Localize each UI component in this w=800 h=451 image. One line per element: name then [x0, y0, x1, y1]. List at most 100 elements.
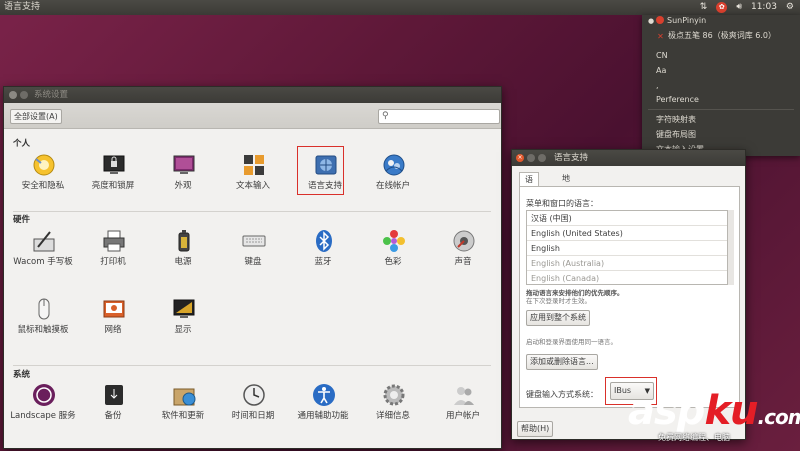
- all-settings-button[interactable]: 全部设置(A): [10, 109, 62, 124]
- user-accounts-icon: [454, 387, 474, 405]
- menu-item-aa[interactable]: Aa: [656, 65, 666, 77]
- settings-item-brightness-lock[interactable]: 亮度和锁屏: [78, 153, 148, 199]
- selected-bullet-icon: ●: [648, 17, 655, 25]
- section-title-hardware: 硬件: [13, 215, 31, 225]
- hint-effect: 在下次登录时才生效。: [526, 297, 591, 305]
- time-date-icon: [243, 384, 265, 406]
- watermark-sub: 免费网络编程、电脑: [658, 433, 730, 442]
- bluetooth-icon: [316, 230, 332, 252]
- brightness-lock-icon: [103, 155, 125, 174]
- indicator-area: ⇅ ✿ 🔊︎ 11:03 ⚙: [700, 0, 794, 15]
- sound-icon: [453, 230, 475, 252]
- settings-item-text-entry[interactable]: 文本输入: [218, 153, 288, 199]
- settings-item-software-updates[interactable]: 软件和更新: [148, 383, 218, 429]
- clock[interactable]: 11:03: [751, 0, 777, 15]
- system-settings-window: 系统设置 全部设置(A) ⚲ 个人 安全和隐私 亮度和锁屏 外观 文本输入 语言…: [3, 86, 502, 449]
- search-icon: ⚲: [382, 111, 389, 121]
- landscape-icon: [33, 384, 55, 406]
- settings-item-display[interactable]: 显示: [148, 297, 218, 343]
- section-divider: [13, 365, 491, 366]
- universal-access-icon: [313, 384, 335, 406]
- settings-item-online-accounts[interactable]: 在线帐户: [358, 153, 428, 199]
- settings-item-security-privacy[interactable]: 安全和隐私: [8, 153, 78, 199]
- list-item[interactable]: 汉语 (中国): [527, 211, 727, 226]
- menu-separator: [648, 109, 794, 110]
- network-icon: [103, 300, 125, 318]
- close-button[interactable]: [9, 91, 17, 99]
- appearance-icon: [173, 155, 195, 174]
- settings-item-color[interactable]: 色彩: [358, 229, 428, 275]
- menu-item-charmap[interactable]: 字符映射表: [656, 114, 696, 126]
- gear-icon[interactable]: ⚙: [786, 0, 794, 15]
- settings-item-wacom[interactable]: Wacom 手写板: [8, 229, 78, 275]
- tab-regional-formats[interactable]: 地区格式: [557, 172, 575, 222]
- window-title: 系统设置: [34, 90, 69, 100]
- settings-item-user-accounts[interactable]: 用户帐户: [428, 383, 498, 429]
- menu-item-cn[interactable]: CN: [656, 50, 668, 62]
- language-list[interactable]: 汉语 (中国) English (United States) English …: [526, 210, 728, 285]
- menu-item-sunpinyin[interactable]: ● SunPinyin: [648, 15, 706, 27]
- settings-item-time-date[interactable]: 时间和日期: [218, 383, 288, 429]
- settings-item-sound[interactable]: 声音: [428, 229, 498, 275]
- help-button[interactable]: 帮助(H): [517, 421, 554, 437]
- maximize-button[interactable]: [538, 154, 546, 162]
- volume-icon[interactable]: 🔊︎: [736, 0, 742, 15]
- section-divider: [13, 211, 491, 212]
- minimize-button[interactable]: [20, 91, 28, 99]
- online-accounts-icon: [383, 154, 405, 176]
- search-field[interactable]: ⚲: [378, 109, 500, 124]
- settings-item-network[interactable]: 网络: [78, 297, 148, 343]
- color-icon: [383, 230, 405, 252]
- ime-system-label: 键盘输入方式系统：: [526, 390, 598, 399]
- menu-item-wubi[interactable]: ✕ 极点五笔 86（极爽词库 6.0）: [656, 30, 776, 42]
- search-input[interactable]: [393, 111, 497, 122]
- ime-icon[interactable]: ✿: [716, 2, 728, 13]
- language-list-label: 菜单和窗口的语言：: [526, 199, 598, 208]
- settings-item-backup[interactable]: 备份: [78, 383, 148, 429]
- close-button[interactable]: ×: [516, 154, 524, 162]
- titlebar: × 语言支持: [512, 150, 745, 166]
- text-entry-icon: [244, 155, 264, 175]
- scrollbar[interactable]: [728, 210, 734, 285]
- toolbar: 全部设置(A) ⚲: [4, 103, 501, 129]
- language-tab-panel: 菜单和窗口的语言： 汉语 (中国) English (United States…: [519, 186, 740, 408]
- list-item[interactable]: English (United States): [527, 226, 727, 241]
- sunpinyin-icon: [656, 16, 664, 24]
- settings-item-power[interactable]: 电源: [148, 229, 218, 275]
- watermark-main: aspku.com: [628, 388, 800, 434]
- power-icon: [178, 230, 190, 252]
- menu-item-punct[interactable]: ,: [656, 80, 659, 92]
- printer-icon: [103, 230, 125, 252]
- settings-item-details[interactable]: 详细信息: [358, 383, 428, 429]
- menu-item-keyboard-layout[interactable]: 键盘布局图: [656, 129, 696, 141]
- watermark-logo: aspku.com 免费网络编程、电脑: [628, 388, 800, 450]
- list-item[interactable]: English (Canada): [527, 271, 727, 284]
- language-support-highlight: [297, 146, 344, 195]
- tab-language[interactable]: 语言: [519, 172, 539, 197]
- add-remove-languages-button[interactable]: 添加或删除语言...: [526, 354, 598, 370]
- list-item[interactable]: English: [527, 241, 727, 256]
- settings-item-printer[interactable]: 打印机: [78, 229, 148, 275]
- minimize-button[interactable]: [527, 154, 535, 162]
- mouse-touchpad-icon: [38, 298, 50, 320]
- settings-item-mouse-touchpad[interactable]: 鼠标和触摸板: [8, 297, 78, 343]
- display-icon: [173, 299, 195, 318]
- details-icon: [383, 384, 405, 406]
- section-title-system: 系统: [13, 370, 31, 380]
- section-title-personal: 个人: [13, 139, 31, 149]
- software-updates-icon: [173, 388, 196, 406]
- network-icon[interactable]: ⇅: [700, 0, 708, 15]
- settings-item-keyboard[interactable]: 键盘: [218, 229, 288, 275]
- wacom-tablet-icon: [33, 231, 55, 252]
- backup-icon: [105, 385, 123, 405]
- settings-item-appearance[interactable]: 外观: [148, 153, 218, 199]
- titlebar: 系统设置: [4, 87, 501, 103]
- apply-system-wide-button[interactable]: 应用到整个系统: [526, 310, 590, 326]
- menu-item-preference[interactable]: Perference: [656, 94, 699, 106]
- settings-item-landscape[interactable]: Landscape 服务: [8, 383, 78, 429]
- active-app-title: 语言支持: [4, 2, 41, 12]
- list-item[interactable]: English (Australia): [527, 256, 727, 271]
- settings-item-universal-access[interactable]: 通用辅助功能: [288, 383, 358, 429]
- settings-item-bluetooth[interactable]: 蓝牙: [288, 229, 358, 275]
- keyboard-icon: [242, 235, 266, 247]
